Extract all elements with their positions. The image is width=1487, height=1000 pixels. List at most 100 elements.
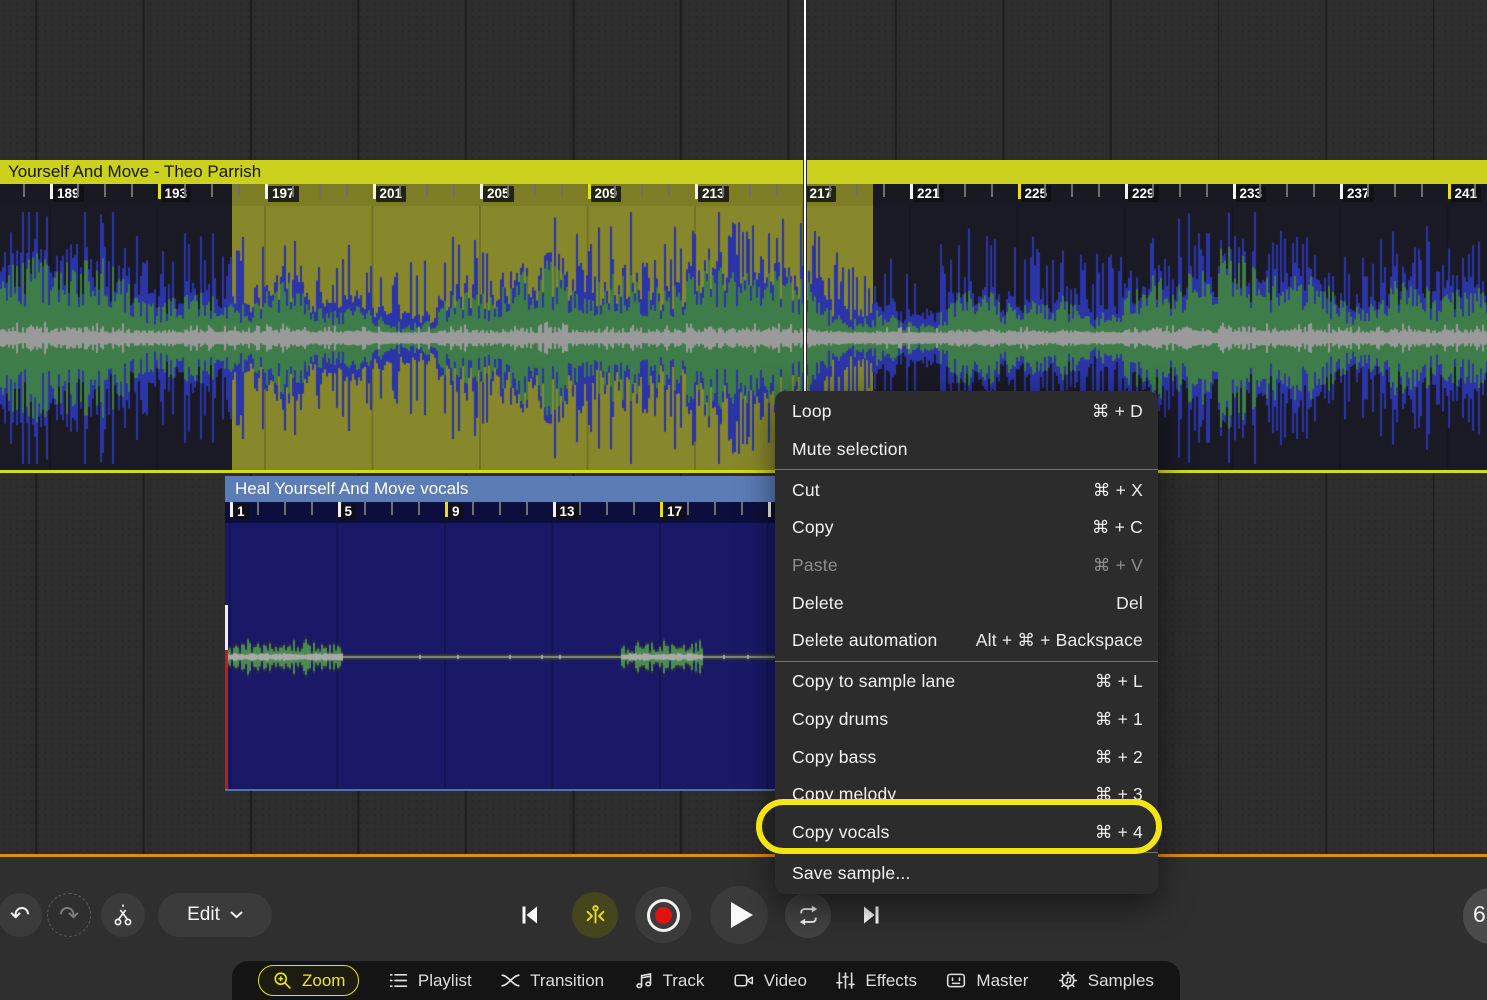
video-icon xyxy=(733,970,755,991)
track2-bar-number: 17 xyxy=(663,504,686,520)
menu-item-label: Paste xyxy=(792,555,838,576)
track1-bar-number: 241 xyxy=(1451,186,1482,202)
track1-bottom-border xyxy=(0,470,1487,473)
track1-ruler-tick xyxy=(991,184,993,197)
tab-master[interactable]: Master xyxy=(945,970,1028,991)
right-edge-partial-button[interactable]: 6 xyxy=(1463,888,1487,944)
tab-label: Samples xyxy=(1088,971,1154,991)
track1-ruler-tick xyxy=(776,184,778,197)
playlist-icon xyxy=(388,970,409,991)
split-button[interactable] xyxy=(101,893,145,937)
tab-label: Effects xyxy=(865,971,917,991)
tab-samples[interactable]: Samples xyxy=(1057,970,1154,991)
track1-ruler-tick xyxy=(1286,184,1288,197)
edit-dropdown-button[interactable]: Edit xyxy=(158,893,272,937)
menu-item-label: Save sample... xyxy=(792,863,911,884)
menu-item-delete-automation[interactable]: Delete automation Alt + ⌘ + Backspace xyxy=(775,622,1158,660)
tab-zoom[interactable]: Zoom xyxy=(258,965,359,996)
menu-item-copy-melody[interactable]: Copy melody⌘ + 3 xyxy=(775,776,1158,814)
menu-item-label: Delete xyxy=(792,593,844,614)
follow-playhead-button[interactable] xyxy=(572,892,618,938)
undo-button[interactable]: ↶ xyxy=(0,893,42,937)
menu-divider xyxy=(775,469,1158,470)
track1-ruler-tick xyxy=(1044,184,1046,197)
track1-ruler-tick xyxy=(1179,184,1181,197)
menu-item-copy-bass[interactable]: Copy bass⌘ + 2 xyxy=(775,738,1158,776)
menu-item-save-sample[interactable]: Save sample... xyxy=(775,854,1158,892)
track1-bar-number: 213 xyxy=(698,186,729,202)
track2-ruler-tick xyxy=(606,502,608,515)
track1-bar-number: 193 xyxy=(161,186,192,202)
daw-screen: Yourself And Move - Theo Parrish 1891931… xyxy=(0,0,1487,1000)
track1-bar-number: 233 xyxy=(1236,186,1267,202)
undo-icon: ↶ xyxy=(10,901,30,930)
track1-bar-number: 209 xyxy=(591,186,622,202)
track1-header[interactable]: Yourself And Move - Theo Parrish xyxy=(0,160,1487,184)
play-icon xyxy=(731,902,753,928)
track1-ruler-tick xyxy=(561,184,563,197)
menu-item-copy[interactable]: Copy⌘ + C xyxy=(775,509,1158,547)
track1-ruler-tick xyxy=(1152,184,1154,197)
menu-item-label: Copy melody xyxy=(792,784,896,805)
menu-item-cut[interactable]: Cut⌘ + X xyxy=(775,471,1158,509)
track1-ruler-tick xyxy=(238,184,240,197)
menu-item-shortcut: ⌘ + L xyxy=(1095,671,1143,692)
skip-to-start-button[interactable] xyxy=(514,901,544,929)
chevron-down-icon xyxy=(230,911,243,919)
track1-ruler-tick xyxy=(614,184,616,197)
track1-waveform[interactable] xyxy=(0,206,1487,470)
menu-item-shortcut: Alt + ⌘ + Backspace xyxy=(976,630,1143,651)
tab-effects[interactable]: Effects xyxy=(835,970,917,991)
context-menu: Loop⌘ + DMute selectionCut⌘ + XCopy⌘ + C… xyxy=(775,391,1158,894)
track1-ruler[interactable]: 1891931972012052092132172212252292332372… xyxy=(0,184,1487,206)
track1-ruler-tick xyxy=(722,184,724,197)
skip-to-end-icon xyxy=(859,903,885,927)
loop-toggle-button[interactable] xyxy=(785,892,831,938)
redo-button[interactable]: ↷ xyxy=(47,893,91,937)
track1-ruler-tick xyxy=(964,184,966,197)
skip-to-end-button[interactable] xyxy=(857,901,887,929)
menu-item-label: Copy drums xyxy=(792,709,888,730)
effects-icon xyxy=(835,970,856,991)
menu-divider xyxy=(775,661,1158,662)
menu-item-shortcut: ⌘ + V xyxy=(1093,555,1143,576)
track1-bar-number: 205 xyxy=(483,186,514,202)
menu-item-copy-vocals[interactable]: Copy vocals⌘ + 4 xyxy=(775,814,1158,852)
tab-label: Playlist xyxy=(418,971,472,991)
play-button[interactable] xyxy=(710,886,768,944)
track2-ruler-tick xyxy=(284,502,286,515)
menu-item-loop[interactable]: Loop⌘ + D xyxy=(775,393,1158,431)
tab-playlist[interactable]: Playlist xyxy=(388,970,472,991)
track1-ruler-tick xyxy=(1474,184,1476,197)
tab-video[interactable]: Video xyxy=(733,970,807,991)
menu-item-copy-to-sample-lane[interactable]: Copy to sample lane⌘ + L xyxy=(775,663,1158,701)
track1-waveform-area[interactable] xyxy=(0,206,1487,470)
track1-bar-number: 217 xyxy=(806,186,837,202)
tab-label: Master xyxy=(976,971,1028,991)
track1-ruler-tick xyxy=(1313,184,1315,197)
menu-item-label: Delete automation xyxy=(792,630,937,651)
playhead[interactable] xyxy=(803,0,807,392)
menu-item-shortcut: Del xyxy=(1116,593,1143,614)
menu-item-copy-drums[interactable]: Copy drums⌘ + 1 xyxy=(775,701,1158,739)
track2-ruler-tick xyxy=(418,502,420,515)
track1-ruler-tick xyxy=(453,184,455,197)
track1-ruler-tick xyxy=(426,184,428,197)
track1-bar-number: 221 xyxy=(913,186,944,202)
menu-item-paste[interactable]: Paste ⌘ + V xyxy=(775,547,1158,585)
tab-track[interactable]: Track xyxy=(633,970,705,991)
menu-item-shortcut: ⌘ + 4 xyxy=(1095,822,1143,843)
track1-ruler-tick xyxy=(211,184,213,197)
track1-bar-number: 229 xyxy=(1128,186,1159,202)
tab-transition[interactable]: Transition xyxy=(500,970,604,991)
menu-item-label: Loop xyxy=(792,401,832,422)
menu-item-mute-selection[interactable]: Mute selection xyxy=(775,431,1158,469)
record-button[interactable] xyxy=(635,887,691,943)
track2-ruler-tick xyxy=(526,502,528,515)
track1-ruler-tick xyxy=(1367,184,1369,197)
master-icon xyxy=(945,970,967,991)
track1-ruler-tick xyxy=(749,184,751,197)
partial-button-glyph: 6 xyxy=(1473,901,1486,928)
menu-item-delete[interactable]: Delete Del xyxy=(775,584,1158,622)
track1-ruler-tick xyxy=(937,184,939,197)
